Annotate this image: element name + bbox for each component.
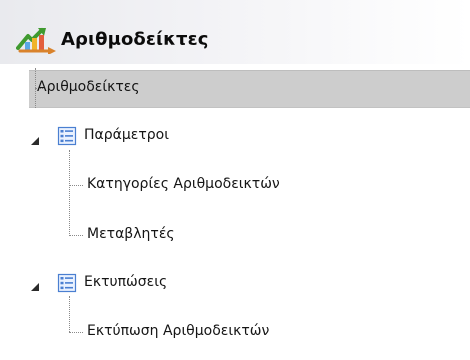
tree-connector <box>69 235 83 236</box>
tree-child-label[interactable]: Κατηγορίες Αριθμοδεικτών <box>87 176 280 192</box>
list-document-icon <box>57 273 77 293</box>
tree-child-label[interactable]: Μεταβλητές <box>87 226 175 242</box>
navigation-tree: Αριθμοδείκτες Παράμετροι Κατηγορίες Αριθ… <box>0 0 470 360</box>
tree-root-label[interactable]: Αριθμοδείκτες <box>37 79 140 95</box>
expanded-triangle-icon[interactable] <box>30 136 40 146</box>
tree-connector <box>69 332 83 333</box>
list-document-icon <box>57 126 77 146</box>
tree-child-label[interactable]: Εκτύπωση Αριθμοδεικτών <box>87 323 269 339</box>
tree-connector <box>69 150 70 236</box>
tree-connector <box>69 296 70 332</box>
expanded-triangle-icon[interactable] <box>30 282 40 292</box>
tree-group-label[interactable]: Εκτυπώσεις <box>84 274 167 290</box>
tree-connector <box>69 185 83 186</box>
tree-group-label[interactable]: Παράμετροι <box>84 127 169 143</box>
